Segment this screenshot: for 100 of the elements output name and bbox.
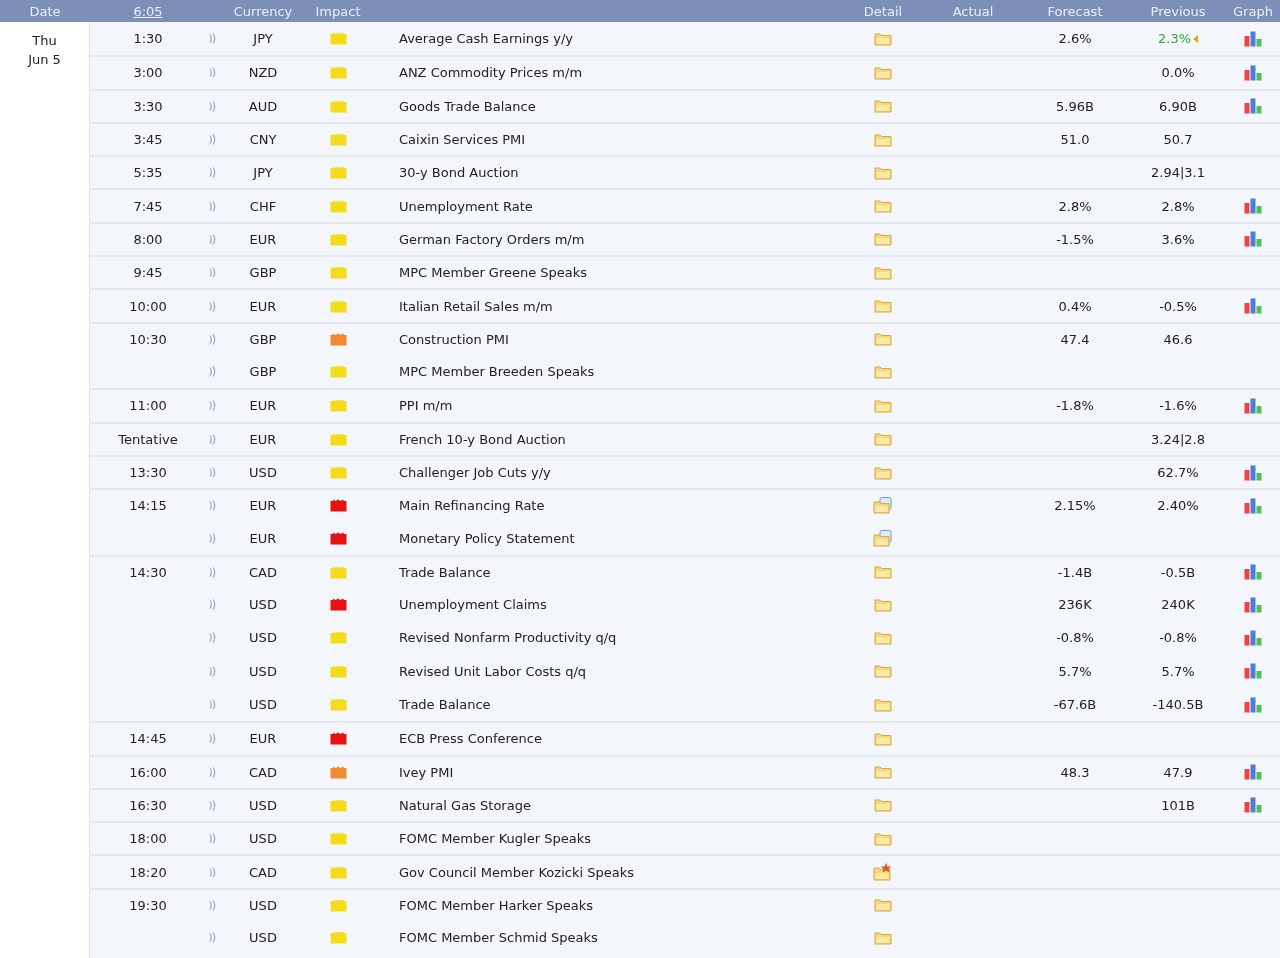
- sound-icon[interactable]: [208, 766, 216, 778]
- event-title[interactable]: Ivey PMI: [399, 764, 454, 780]
- sound-icon[interactable]: [208, 699, 216, 711]
- bar-chart-icon[interactable]: [1244, 630, 1262, 646]
- sound-icon[interactable]: [208, 300, 216, 312]
- bar-chart-icon[interactable]: [1244, 696, 1262, 713]
- impact-icon[interactable]: [329, 531, 347, 545]
- sound-icon[interactable]: [208, 467, 216, 478]
- impact-icon[interactable]: [329, 732, 347, 746]
- folder-icon[interactable]: [874, 299, 892, 313]
- sound-icon[interactable]: [208, 333, 216, 345]
- folder-icon[interactable]: [874, 631, 892, 645]
- event-title[interactable]: Revised Nonfarm Productivity q/q: [399, 630, 617, 646]
- event-title[interactable]: MPC Member Breeden Speaks: [399, 364, 595, 380]
- sound-icon[interactable]: [208, 866, 216, 878]
- event-title[interactable]: French 10-y Bond Auction: [399, 431, 566, 447]
- folder-icon[interactable]: [874, 99, 892, 114]
- sound-icon[interactable]: [208, 599, 216, 611]
- bar-chart-icon[interactable]: [1244, 596, 1262, 613]
- impact-icon[interactable]: [329, 499, 347, 513]
- event-title[interactable]: FOMC Member Schmid Speaks: [399, 930, 598, 946]
- folder-icon[interactable]: [874, 132, 892, 147]
- event-title[interactable]: Natural Gas Storage: [399, 797, 531, 813]
- event-title[interactable]: Main Refinancing Rate: [399, 498, 545, 514]
- folder-icon[interactable]: [874, 798, 892, 813]
- sound-icon[interactable]: [208, 500, 216, 512]
- event-title[interactable]: MPC Member Greene Speaks: [399, 265, 588, 281]
- sound-icon[interactable]: [208, 433, 216, 445]
- event-title[interactable]: Unemployment Rate: [399, 198, 533, 214]
- sound-icon[interactable]: [208, 665, 216, 677]
- folder-icon[interactable]: [874, 364, 892, 379]
- sound-icon[interactable]: [208, 67, 216, 79]
- event-title[interactable]: Unemployment Claims: [399, 597, 547, 613]
- sound-icon[interactable]: [208, 267, 216, 279]
- bar-chart-icon[interactable]: [1244, 98, 1262, 115]
- event-title[interactable]: ANZ Commodity Prices m/m: [399, 65, 583, 81]
- folder-icon[interactable]: [874, 930, 892, 945]
- event-title[interactable]: 30-y Bond Auction: [399, 165, 519, 181]
- sound-icon[interactable]: [208, 532, 216, 544]
- folder-icon[interactable]: [874, 731, 892, 746]
- event-title[interactable]: Challenger Job Cuts y/y: [399, 465, 551, 480]
- event-title[interactable]: PPI m/m: [399, 398, 453, 414]
- impact-icon[interactable]: [329, 598, 347, 612]
- folder-icon[interactable]: [874, 831, 892, 846]
- folder-icon[interactable]: [874, 265, 892, 280]
- event-title[interactable]: Monetary Policy Statement: [399, 530, 575, 546]
- bar-chart-icon[interactable]: [1244, 231, 1262, 248]
- sound-icon[interactable]: [208, 366, 216, 378]
- event-title[interactable]: Goods Trade Balance: [399, 98, 536, 114]
- sound-icon[interactable]: [208, 566, 216, 578]
- sound-icon[interactable]: [208, 899, 216, 911]
- bar-chart-icon[interactable]: [1244, 198, 1262, 215]
- bar-chart-icon[interactable]: [1244, 663, 1262, 680]
- bar-chart-icon[interactable]: [1244, 797, 1262, 814]
- folder-star-icon[interactable]: [873, 863, 893, 882]
- event-title[interactable]: Revised Unit Labor Costs q/q: [399, 663, 587, 679]
- sound-icon[interactable]: [208, 200, 216, 212]
- folder-icon[interactable]: [874, 565, 892, 580]
- folder-icon[interactable]: [874, 398, 892, 413]
- event-title[interactable]: Average Cash Earnings y/y: [399, 31, 573, 47]
- event-title[interactable]: FOMC Member Harker Speaks: [399, 897, 594, 913]
- folder-document-icon[interactable]: [873, 497, 893, 515]
- impact-icon[interactable]: [329, 332, 347, 346]
- folder-icon[interactable]: [874, 432, 892, 447]
- folder-icon[interactable]: [874, 597, 892, 612]
- event-title[interactable]: FOMC Member Kugler Speaks: [399, 831, 591, 847]
- event-title[interactable]: Italian Retail Sales m/m: [399, 298, 553, 314]
- folder-icon[interactable]: [874, 31, 892, 46]
- folder-icon[interactable]: [874, 664, 892, 679]
- sound-icon[interactable]: [208, 167, 216, 179]
- impact-icon[interactable]: [329, 765, 347, 779]
- bar-chart-icon[interactable]: [1244, 497, 1262, 514]
- folder-icon[interactable]: [874, 898, 892, 913]
- bar-chart-icon[interactable]: [1244, 764, 1262, 781]
- folder-icon[interactable]: [874, 165, 892, 180]
- sound-icon[interactable]: [208, 233, 216, 245]
- folder-icon[interactable]: [874, 765, 892, 780]
- folder-icon[interactable]: [874, 232, 892, 247]
- folder-icon[interactable]: [874, 465, 892, 480]
- event-title[interactable]: German Factory Orders m/m: [399, 231, 585, 247]
- folder-document-icon[interactable]: [873, 529, 893, 547]
- folder-icon[interactable]: [874, 65, 892, 80]
- bar-chart-icon[interactable]: [1244, 64, 1262, 81]
- sound-icon[interactable]: [208, 733, 216, 745]
- bar-chart-icon[interactable]: [1244, 298, 1262, 314]
- sound-icon[interactable]: [208, 932, 216, 944]
- sound-icon[interactable]: [208, 833, 216, 845]
- event-title[interactable]: Trade Balance: [399, 564, 491, 580]
- event-title[interactable]: Construction PMI: [399, 331, 509, 347]
- event-title[interactable]: Trade Balance: [399, 697, 491, 713]
- event-title[interactable]: Gov Council Member Kozicki Speaks: [399, 864, 634, 880]
- event-title[interactable]: ECB Press Conference: [399, 731, 542, 747]
- event-title[interactable]: Caixin Services PMI: [399, 132, 526, 148]
- folder-icon[interactable]: [874, 199, 892, 214]
- folder-icon[interactable]: [874, 697, 892, 712]
- folder-icon[interactable]: [874, 332, 892, 347]
- bar-chart-icon[interactable]: [1244, 30, 1262, 47]
- bar-chart-icon[interactable]: [1244, 564, 1262, 581]
- sound-icon[interactable]: [208, 33, 216, 45]
- bar-chart-icon[interactable]: [1244, 464, 1262, 481]
